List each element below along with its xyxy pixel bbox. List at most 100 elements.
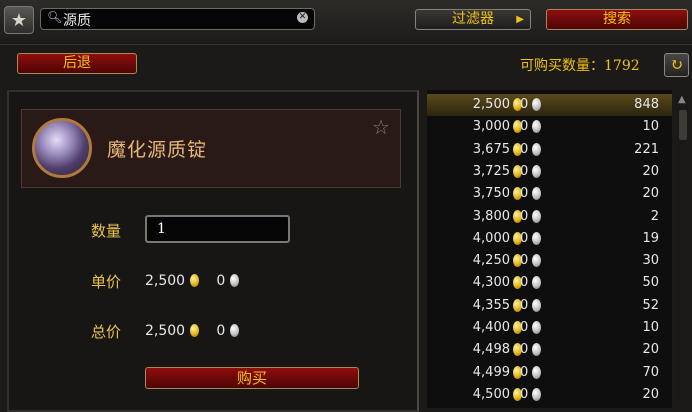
quantity-input[interactable]: 1 [145, 215, 290, 243]
listing-quantity: 10 [642, 119, 659, 135]
listing-gold: 3,725 [472, 163, 510, 179]
listing-row[interactable]: 4,400 0 10 [427, 317, 672, 339]
unit-price-gold: 2,500 [145, 273, 186, 289]
listing-gold: 3,800 [472, 208, 510, 224]
total-price-gold: 2,500 [145, 323, 186, 339]
listing-row[interactable]: 4,355 0 52 [427, 295, 672, 317]
unit-price-silver: 0 [216, 273, 226, 289]
listing-quantity: 2 [650, 208, 659, 224]
listing-quantity: 10 [642, 320, 659, 335]
silver-coin-icon [532, 142, 541, 156]
listing-gold: 2,500 [472, 97, 510, 112]
listing-gold: 4,300 [472, 275, 510, 291]
listings-list: 2,500 0 848 3,000 0 10 3,675 0 221 3,725 0 20 3,750 0… [427, 90, 672, 408]
listing-silver: 0 [520, 364, 529, 380]
listing-gold: 3,675 [472, 141, 510, 157]
refresh-button[interactable]: ↻ [664, 53, 689, 77]
listing-quantity: 20 [642, 186, 659, 202]
unit-price: 2,500 0 [145, 273, 239, 289]
listing-row[interactable]: 4,300 0 50 [427, 272, 672, 294]
quantity-label: 数量 [91, 222, 122, 240]
listing-silver: 0 [520, 275, 529, 291]
silver-coin-icon [229, 324, 239, 337]
silver-coin-icon [532, 276, 541, 290]
search-value: 源质 [63, 13, 91, 29]
listing-gold: 3,000 [472, 119, 510, 135]
buy-button[interactable]: 购买 [145, 367, 359, 389]
search-input[interactable]: 🔍︎ 源质 ✕ [40, 8, 315, 30]
favorite-star-icon[interactable]: ☆ [372, 115, 390, 139]
listing-silver: 0 [520, 163, 529, 179]
silver-coin-icon [532, 298, 541, 312]
listing-row[interactable]: 4,250 0 30 [427, 250, 672, 272]
available-label: 可购买数量： [520, 58, 604, 74]
listing-quantity: 19 [642, 230, 659, 246]
back-button[interactable]: 后退 [17, 53, 137, 74]
listing-row[interactable]: 2,500 0 848 [427, 94, 672, 116]
listing-gold: 3,750 [472, 186, 510, 202]
listing-row[interactable]: 3,725 0 20 [427, 161, 672, 183]
listing-silver: 0 [520, 297, 529, 313]
listing-row[interactable]: 4,500 0 20 [427, 384, 672, 406]
total-price-label: 总价 [91, 323, 122, 341]
available-quantity: 可购买数量：1792 [520, 55, 640, 75]
listing-quantity: 70 [642, 364, 659, 380]
arrow-right-icon: ▶ [516, 14, 524, 25]
refresh-icon: ↻ [669, 55, 684, 74]
silver-coin-icon [532, 187, 541, 201]
silver-coin-icon [532, 98, 541, 111]
quantity-value: 1 [157, 221, 166, 237]
listing-silver: 0 [520, 97, 529, 112]
silver-coin-icon [229, 274, 239, 287]
filter-button[interactable]: 过滤器 ▶ [415, 9, 531, 30]
total-price: 2,500 0 [145, 323, 239, 339]
listing-gold: 4,400 [472, 320, 510, 335]
listing-quantity: 30 [642, 253, 659, 269]
item-name: 魔化源质锭 [107, 139, 208, 161]
ingot-icon [32, 118, 92, 178]
scroll-up-icon[interactable]: ▲ [678, 94, 686, 105]
clear-icon[interactable]: ✕ [297, 12, 308, 23]
listing-row[interactable]: 3,800 0 2 [427, 206, 672, 228]
listing-gold: 4,250 [472, 253, 510, 269]
listing-gold: 4,498 [472, 342, 510, 358]
silver-coin-icon [532, 343, 541, 357]
silver-coin-icon [532, 254, 541, 268]
scroll-thumb[interactable] [679, 110, 687, 140]
search-button[interactable]: 搜索 [546, 9, 688, 30]
silver-coin-icon [532, 321, 541, 334]
listing-quantity: 20 [642, 342, 659, 358]
unit-price-label: 单价 [91, 273, 122, 291]
listing-quantity: 848 [634, 97, 659, 112]
listing-row[interactable]: 3,000 0 10 [427, 116, 672, 138]
listing-silver: 0 [520, 208, 529, 224]
listing-row[interactable]: 4,498 0 20 [427, 339, 672, 361]
available-count: 1792 [604, 58, 640, 74]
search-icon: 🔍︎ [47, 10, 63, 24]
listing-gold: 4,000 [472, 230, 510, 246]
total-price-silver: 0 [216, 323, 226, 339]
listing-silver: 0 [520, 141, 529, 157]
silver-coin-icon [532, 120, 541, 134]
scrollbar[interactable]: ▲ [676, 92, 690, 400]
listing-silver: 0 [520, 119, 529, 135]
filter-label: 过滤器 [452, 11, 494, 27]
listing-quantity: 221 [634, 141, 659, 157]
star-icon: ★ [10, 9, 28, 31]
favorites-star-button[interactable]: ★ [4, 6, 34, 34]
listing-row[interactable]: 3,750 0 20 [427, 183, 672, 205]
listing-gold: 4,499 [472, 364, 510, 380]
listing-row[interactable]: 4,499 0 70 [427, 362, 672, 384]
listing-gold: 4,355 [472, 297, 510, 313]
gold-coin-icon [189, 324, 199, 337]
silver-coin-icon [532, 365, 541, 379]
listing-silver: 0 [520, 230, 529, 246]
listing-row[interactable]: 3,675 0 221 [427, 139, 672, 161]
listing-silver: 0 [520, 320, 529, 335]
listing-row[interactable]: 4,000 0 19 [427, 228, 672, 250]
listing-quantity: 52 [642, 297, 659, 313]
silver-coin-icon [532, 387, 541, 401]
listing-quantity: 50 [642, 275, 659, 291]
listing-silver: 0 [520, 186, 529, 202]
silver-coin-icon [532, 231, 541, 245]
